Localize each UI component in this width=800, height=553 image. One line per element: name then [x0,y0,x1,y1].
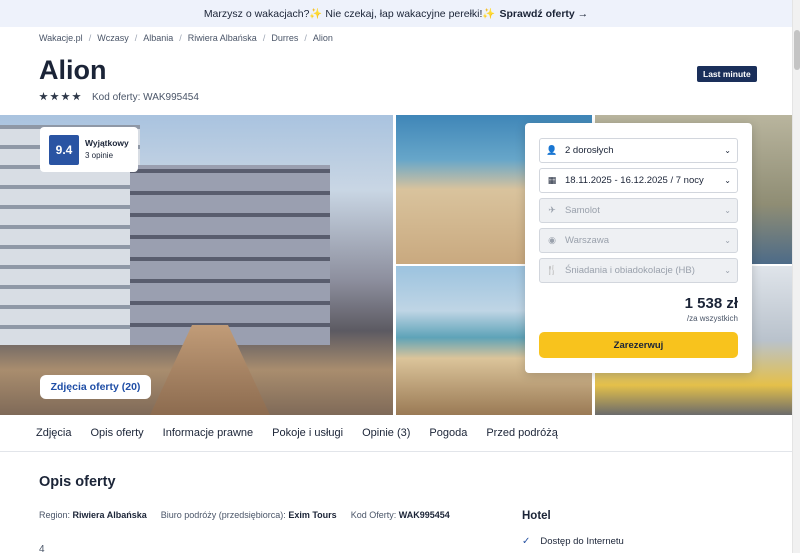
transport-select[interactable]: ✈ Samolot ⌄ [539,198,738,223]
chevron-down-icon: ⌄ [724,206,731,215]
person-icon: 👤 [546,145,558,155]
chevron-down-icon: ⌄ [724,176,731,185]
region-value: Riwiera Albańska [72,510,147,520]
breadcrumb-item[interactable]: Wakacje.pl [39,33,83,43]
photos-button[interactable]: Zdjęcia oferty (20) [40,375,151,399]
page-title: Alion [39,55,107,85]
check-icon: ✓ [522,536,531,547]
offer-meta: Region: Riwiera Albańska Biuro podróży (… [39,510,450,520]
section-title: Opis oferty [39,474,116,490]
chevron-down-icon: ⌄ [724,266,731,275]
price-note: /za wszystkich [686,314,738,323]
calendar-icon: ▦ [547,175,557,185]
tab-reviews[interactable]: Opinie (3) [362,427,410,439]
location-pin-icon: ◉ [548,235,556,245]
star-icon [61,92,70,101]
code-value: WAK995454 [398,510,450,520]
cutlery-icon: 🍴 [546,265,558,275]
star-icon [72,92,81,101]
amenity-item: ✓ Dostęp do Internetu [522,536,624,547]
tab-weather[interactable]: Pogoda [429,427,467,439]
breadcrumb-item-current: Alion [312,33,333,43]
dates-select[interactable]: ▦ 18.11.2025 - 16.12.2025 / 7 nocy ⌄ [539,168,738,193]
breadcrumb: Wakacje.pl / Wczasy / Albania / Riwiera Alb… [39,33,333,43]
tab-description[interactable]: Opis oferty [90,427,143,439]
hotel-section-title: Hotel [522,510,551,522]
star-icon [39,92,48,101]
departure-select[interactable]: ◉ Warszawa ⌄ [539,228,738,253]
total-price: 1 538 zł [684,295,738,312]
scrollbar-thumb[interactable] [794,30,800,70]
rating-badge: 9.4 Wyjątkowy 3 opinie [40,127,138,172]
breadcrumb-item[interactable]: Durres [271,33,298,43]
hotel-stars [39,92,81,101]
rating-score: 9.4 [49,134,79,165]
scrollbar[interactable] [792,0,800,553]
breadcrumb-item[interactable]: Wczasy [97,33,129,43]
chevron-down-icon: ⌄ [724,146,731,155]
description-text: 4 [39,544,45,553]
star-icon [50,92,59,101]
promo-cta-link[interactable]: Sprawdź oferty → [500,8,589,20]
section-tabs: Zdjęcia Opis oferty Informacje prawne Po… [0,415,792,452]
promo-banner[interactable]: Marzysz o wakacjach?✨ Nie czekaj, łap wa… [0,0,792,27]
tab-rooms[interactable]: Pokoje i usługi [272,427,343,439]
chevron-down-icon: ⌄ [724,236,731,245]
offer-code: Kod oferty: WAK995454 [92,92,199,103]
rating-reviews: 3 opinie [85,150,114,160]
last-minute-badge: Last minute [697,66,757,82]
board-select[interactable]: 🍴 Śniadania i obiadokolacje (HB) ⌄ [539,258,738,283]
rating-label: Wyjątkowy [85,137,129,148]
booking-panel: 👤 2 dorosłych ⌄ ▦ 18.11.2025 - 16.12.202… [525,123,752,373]
photo-gallery: 9.4 Wyjątkowy 3 opinie Zdjęcia oferty (2… [0,115,792,415]
tab-legal[interactable]: Informacje prawne [163,427,254,439]
agency-value: Exim Tours [288,510,337,520]
travelers-select[interactable]: 👤 2 dorosłych ⌄ [539,138,738,163]
breadcrumb-item[interactable]: Riwiera Albańska [188,33,257,43]
reserve-button[interactable]: Zarezerwuj [539,332,738,358]
tab-photos[interactable]: Zdjęcia [36,427,71,439]
plane-icon: ✈ [548,205,556,215]
tab-before-trip[interactable]: Przed podróżą [486,427,558,439]
promo-text: Marzysz o wakacjach?✨ Nie czekaj, łap wa… [203,8,496,20]
breadcrumb-item[interactable]: Albania [143,33,173,43]
